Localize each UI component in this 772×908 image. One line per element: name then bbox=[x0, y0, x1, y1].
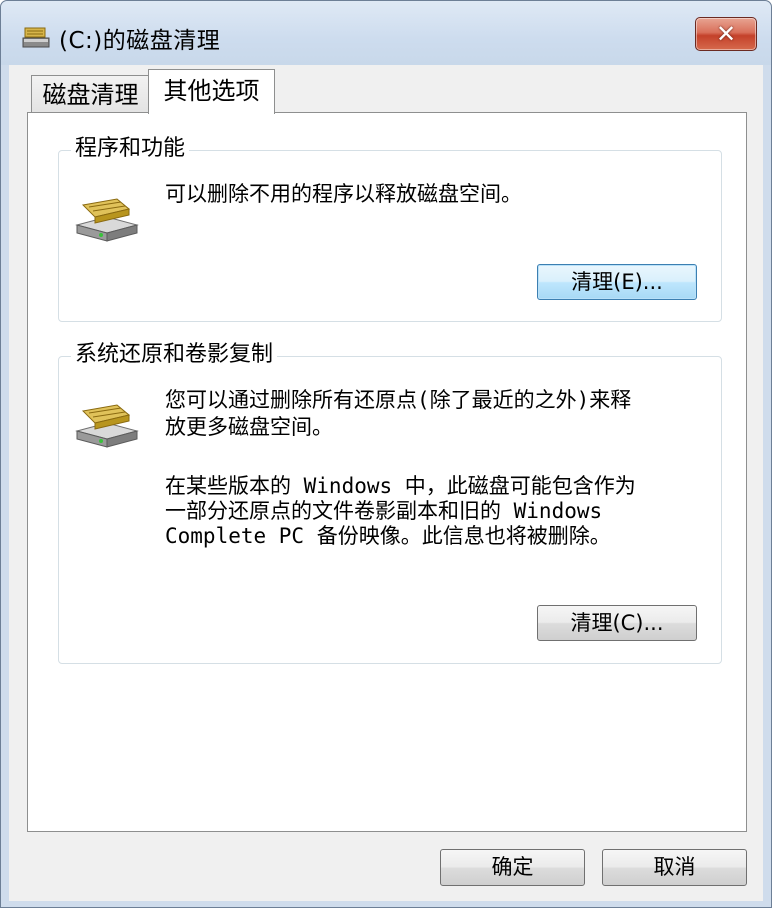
tab-more-options[interactable]: 其他选项 bbox=[148, 69, 275, 114]
restore-description-2-line3: Complete PC 备份映像。此信息也将被删除。 bbox=[165, 524, 611, 548]
system-restore-group: 系统还原和卷影复制 您可以通过删除所有还原点(除了最近的之外)来释 放更多磁盘空… bbox=[58, 341, 722, 664]
restore-description-1-line2: 放更多磁盘空间。 bbox=[165, 415, 333, 439]
system-restore-legend: 系统还原和卷影复制 bbox=[71, 341, 278, 369]
restore-description-2-line1: 在某些版本的 Windows 中，此磁盘可能包含作为 bbox=[165, 474, 636, 498]
programs-cleanup-button[interactable]: 清理(E)... bbox=[537, 264, 697, 300]
programs-features-legend: 程序和功能 bbox=[71, 135, 190, 163]
restore-description-2-line2: 一部分还原点的文件卷影副本和旧的 Windows bbox=[165, 499, 603, 523]
dialog-client-area: 磁盘清理 其他选项 程序和功能 可以删除不用的程序以释放磁盘空间。 清理(E).… bbox=[9, 65, 763, 901]
cancel-button[interactable]: 取消 bbox=[602, 849, 747, 886]
title-bar[interactable]: (C:)的磁盘清理 ✕ bbox=[1, 1, 771, 65]
dialog-window: (C:)的磁盘清理 ✕ 磁盘清理 其他选项 程序和功能 可以删除不用的程序以释放… bbox=[0, 0, 772, 908]
programs-features-group: 程序和功能 可以删除不用的程序以释放磁盘空间。 清理(E)... bbox=[58, 135, 722, 322]
drive-icon bbox=[75, 198, 139, 242]
drive-icon bbox=[75, 404, 139, 448]
tab-panel-more-options: 程序和功能 可以删除不用的程序以释放磁盘空间。 清理(E)... 系统还原和卷影… bbox=[27, 112, 747, 832]
programs-description: 可以删除不用的程序以释放磁盘空间。 bbox=[165, 182, 522, 206]
window-title: (C:)的磁盘清理 bbox=[59, 28, 221, 54]
close-icon: ✕ bbox=[715, 20, 737, 48]
restore-description-1-line1: 您可以通过删除所有还原点(除了最近的之外)来释 bbox=[165, 388, 632, 412]
tab-disk-cleanup[interactable]: 磁盘清理 bbox=[31, 75, 150, 113]
disk-cleanup-icon bbox=[22, 27, 50, 48]
restore-cleanup-button[interactable]: 清理(C)... bbox=[537, 605, 697, 641]
ok-button[interactable]: 确定 bbox=[440, 849, 585, 886]
close-button[interactable]: ✕ bbox=[695, 17, 757, 51]
